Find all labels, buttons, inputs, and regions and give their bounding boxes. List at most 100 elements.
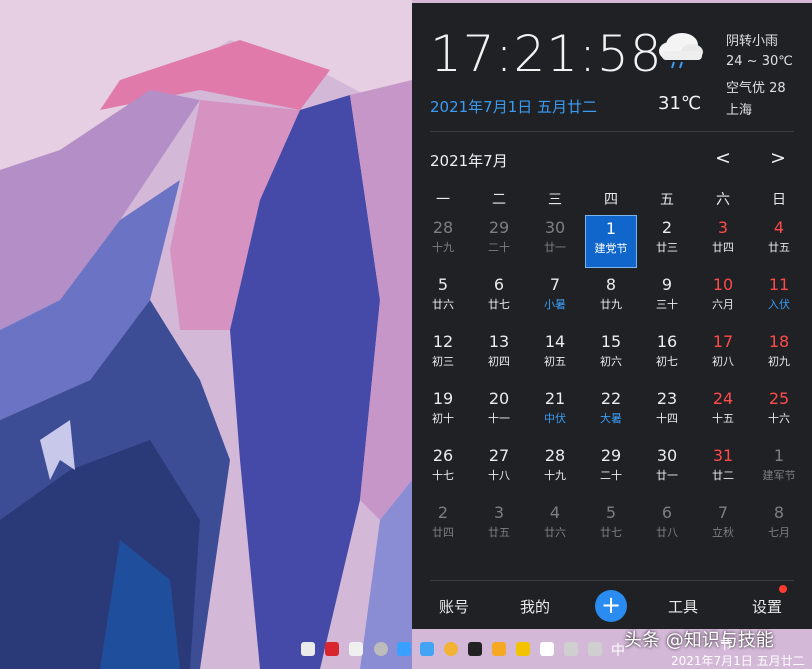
lunar-label: 初五: [544, 355, 566, 368]
day-number: 6: [661, 503, 673, 522]
lunar-label: 廿五: [488, 526, 510, 539]
tb-app-icon[interactable]: [540, 642, 554, 656]
calendar-day[interactable]: 16 初七: [641, 329, 693, 382]
calendar-day[interactable]: 20 十一: [473, 386, 525, 439]
lunar-label: 廿一: [544, 241, 566, 254]
lunar-label: 廿九: [600, 298, 622, 311]
taskbar-clock-time[interactable]: 节: [720, 636, 732, 653]
calendar-day[interactable]: 2 廿四: [417, 500, 469, 553]
lunar-label: 建党节: [594, 242, 628, 255]
day-number: 12: [432, 332, 454, 351]
add-button[interactable]: +: [595, 590, 627, 622]
calendar-day[interactable]: 29 二十: [473, 215, 525, 268]
calendar-day[interactable]: 15 初六: [585, 329, 637, 382]
calendar-day[interactable]: 31 廿二: [697, 443, 749, 496]
calendar-day[interactable]: 12 初三: [417, 329, 469, 382]
air-quality: 空气优 28: [726, 81, 786, 96]
input-method-indicator[interactable]: 中: [611, 640, 625, 660]
security-icon[interactable]: [516, 642, 530, 656]
lunar-label: 十四: [656, 412, 678, 425]
calendar-day[interactable]: 17 初八: [697, 329, 749, 382]
day-number: 5: [437, 275, 449, 294]
calendar-day[interactable]: 3 廿五: [473, 500, 525, 553]
calendar-day[interactable]: 25 十六: [753, 386, 805, 439]
monitor-icon[interactable]: [301, 642, 315, 656]
calendar-day[interactable]: 30 廿一: [641, 443, 693, 496]
watermark-text: 头条 @知识与技能: [624, 630, 774, 651]
calendar-day[interactable]: 27 十八: [473, 443, 525, 496]
calendar-day[interactable]: 11 入伏: [753, 272, 805, 325]
calendar-day[interactable]: 3 廿四: [697, 215, 749, 268]
clock-time: 17:21:58: [430, 25, 663, 83]
lunar-label: 十五: [712, 412, 734, 425]
lunar-label: 十六: [768, 412, 790, 425]
calendar-day[interactable]: 28 十九: [529, 443, 581, 496]
weather-tray-icon[interactable]: [444, 642, 458, 656]
calendar-day[interactable]: 28 十九: [417, 215, 469, 268]
city-name[interactable]: 上海: [726, 99, 752, 118]
divider: [430, 131, 794, 132]
weekday-label: 三: [548, 192, 562, 208]
calendar-day[interactable]: 14 初五: [529, 329, 581, 382]
calendar-day[interactable]: 1 建军节: [753, 443, 805, 496]
settings-button[interactable]: 设置: [752, 596, 782, 617]
calendar-day[interactable]: 9 三十: [641, 272, 693, 325]
calendar-day[interactable]: 5 廿六: [417, 272, 469, 325]
sync-icon[interactable]: [420, 642, 434, 656]
lunar-label: 廿二: [712, 469, 734, 482]
day-number: 11: [768, 275, 790, 294]
calendar-day[interactable]: 6 廿七: [473, 272, 525, 325]
lunar-label: 十一: [488, 412, 510, 425]
calendar-day[interactable]: 6 廿八: [641, 500, 693, 553]
day-number: 22: [600, 389, 622, 408]
day-number: 30: [656, 446, 678, 465]
calendar-day[interactable]: 22 大暑: [585, 386, 637, 439]
calendar-day[interactable]: 2 廿三: [641, 215, 693, 268]
calendar-day[interactable]: 4 廿五: [753, 215, 805, 268]
calendar-day[interactable]: 26 十七: [417, 443, 469, 496]
prev-month-button[interactable]: <: [715, 147, 731, 169]
shield-icon[interactable]: [397, 642, 411, 656]
calendar-day[interactable]: 7 立秋: [697, 500, 749, 553]
lunar-label: 十七: [432, 469, 454, 482]
calendar-day[interactable]: 8 七月: [753, 500, 805, 553]
calendar-day[interactable]: 13 初四: [473, 329, 525, 382]
calendar-day[interactable]: 8 廿九: [585, 272, 637, 325]
day-number: 27: [488, 446, 510, 465]
calendar-day[interactable]: 18 初九: [753, 329, 805, 382]
tools-button[interactable]: 工具: [668, 596, 698, 617]
account-button[interactable]: 账号: [439, 596, 469, 617]
calendar-day[interactable]: 4 廿六: [529, 500, 581, 553]
cloud-rain-icon[interactable]: [652, 25, 708, 71]
date-lunar-line[interactable]: 2021年7月1日 五月廿二: [430, 96, 597, 117]
day-number: 20: [488, 389, 510, 408]
taskbar-clock-date[interactable]: 2021年7月1日 五月廿二: [671, 652, 805, 669]
day-number: 15: [600, 332, 622, 351]
network-icon[interactable]: [564, 642, 578, 656]
calendar-day[interactable]: 23 十四: [641, 386, 693, 439]
lunar-label: 初七: [656, 355, 678, 368]
calendar-day[interactable]: 19 初十: [417, 386, 469, 439]
calendar-day[interactable]: 10 六月: [697, 272, 749, 325]
bookmark-icon[interactable]: [349, 642, 363, 656]
calendar-day[interactable]: 30 廿一: [529, 215, 581, 268]
calendar-day[interactable]: 29 二十: [585, 443, 637, 496]
volume-icon[interactable]: [588, 642, 602, 656]
day-number: 28: [544, 446, 566, 465]
lunar-label: 六月: [712, 298, 734, 311]
month-title[interactable]: 2021年7月: [430, 150, 508, 171]
calendar-day[interactable]: 5 廿七: [585, 500, 637, 553]
lunar-label: 初三: [432, 355, 454, 368]
calendar-day[interactable]: 21 中伏: [529, 386, 581, 439]
wps-icon[interactable]: [325, 642, 339, 656]
day-number: 29: [600, 446, 622, 465]
mine-button[interactable]: 我的: [520, 596, 550, 617]
search-icon[interactable]: [374, 642, 388, 656]
calendar-day-today[interactable]: 1 建党节: [585, 215, 637, 268]
calendar-day[interactable]: 7 小暑: [529, 272, 581, 325]
next-month-button[interactable]: >: [770, 147, 786, 169]
weekday-label: 二: [492, 192, 506, 208]
folder-icon[interactable]: [492, 642, 506, 656]
calendar-day[interactable]: 24 十五: [697, 386, 749, 439]
pen-icon[interactable]: [468, 642, 482, 656]
